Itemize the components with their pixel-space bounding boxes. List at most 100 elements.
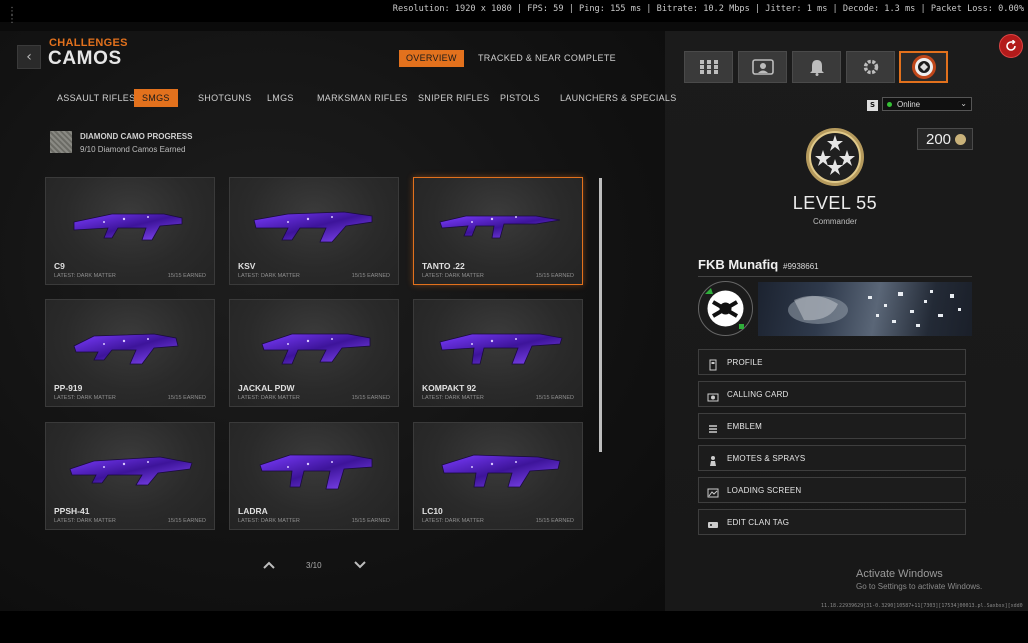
weapon-image <box>73 333 179 365</box>
menu-label: EMBLEM <box>727 422 762 431</box>
category-sniper-rifles[interactable]: SNIPER RIFLES <box>414 89 493 107</box>
profile-emblem-icon <box>911 55 936 79</box>
menu-emblem[interactable]: EMBLEM <box>698 413 966 439</box>
weapon-card[interactable]: PPSH-41 LATEST: DARK MATTER 15/15 EARNED <box>45 422 215 530</box>
weapon-image <box>439 333 563 365</box>
weapon-card[interactable]: KOMPAKT 92 LATEST: DARK MATTER 15/15 EARNE… <box>413 299 583 407</box>
menu-edit-clan-tag[interactable]: EDIT CLAN TAG <box>698 509 966 535</box>
weapon-latest-camo: LATEST: DARK MATTER <box>54 518 116 524</box>
bottom-strip <box>0 611 1028 643</box>
weapon-card[interactable]: C9 LATEST: DARK MATTER 15/15 EARNED <box>45 177 215 285</box>
currency-value: 200 <box>926 131 952 148</box>
weapon-image <box>259 454 373 490</box>
status-value: Online <box>897 100 921 109</box>
category-smgs[interactable]: SMGS <box>134 89 178 107</box>
page-indicator: 3/10 <box>306 561 322 570</box>
menu-label: LOADING SCREEN <box>727 486 802 495</box>
weapon-image <box>73 213 183 241</box>
weapon-earned-count: 15/15 EARNED <box>535 395 574 401</box>
weapon-image <box>261 333 371 365</box>
weapon-latest-camo: LATEST: DARK MATTER <box>422 518 484 524</box>
settings-button[interactable] <box>846 51 895 83</box>
stats-overlay: ⋮ ⋮ Resolution: 1920 x 1080 | FPS: 59 | P… <box>0 0 1028 25</box>
chevron-up-icon[interactable] <box>263 559 275 572</box>
progress-title: DIAMOND CAMO PROGRESS <box>80 132 193 141</box>
weapon-image <box>253 211 373 243</box>
activate-windows-title: Activate Windows <box>856 568 943 580</box>
gear-icon <box>863 59 878 75</box>
menu-label: PROFILE <box>727 358 763 367</box>
rank-emblem-icon <box>806 128 864 186</box>
player-level: LEVEL 55 <box>792 193 878 213</box>
chevron-down-icon[interactable] <box>354 559 366 572</box>
weapon-earned-count: 15/15 EARNED <box>351 395 390 401</box>
category-assault-rifles[interactable]: ASSAULT RIFLES <box>53 89 139 107</box>
weapon-name: TANTO .22 <box>422 261 465 271</box>
weapon-card[interactable]: KSV LATEST: DARK MATTER 15/15 EARNED <box>229 177 399 285</box>
drag-handle-icon[interactable]: ⋮ ⋮ <box>7 7 17 25</box>
weapon-image <box>69 456 193 486</box>
squad-icon <box>751 59 774 75</box>
chevron-down-icon: ⌄ <box>960 99 967 108</box>
activate-windows-subtitle: Go to Settings to activate Windows. <box>856 582 983 591</box>
tab-overview[interactable]: OVERVIEW <box>399 50 464 67</box>
emote-icon <box>707 452 719 466</box>
weapon-earned-count: 15/15 EARNED <box>167 273 206 279</box>
category-lmgs[interactable]: LMGS <box>263 89 298 107</box>
weapon-earned-count: 15/15 EARNED <box>351 273 390 279</box>
weapon-name: LADRA <box>238 506 268 516</box>
weapon-card[interactable]: TANTO .22 LATEST: DARK MATTER 15/15 EARNED <box>413 177 583 285</box>
weapon-latest-camo: LATEST: DARK MATTER <box>422 273 484 279</box>
coin-icon <box>955 134 966 145</box>
weapon-name: C9 <box>54 261 65 271</box>
weapon-name: KOMPAKT 92 <box>422 383 477 393</box>
menu-label: EDIT CLAN TAG <box>727 518 790 527</box>
diamond-camo-thumbnail <box>50 131 72 153</box>
player-name: FKB Munafiq <box>698 257 779 272</box>
weapon-name: PPSH-41 <box>54 506 90 516</box>
status-dropdown[interactable]: Online ⌄ <box>882 97 972 111</box>
category-marksman-rifles[interactable]: MARKSMAN RIFLES <box>313 89 412 107</box>
weapon-earned-count: 15/15 EARNED <box>535 273 574 279</box>
tab-tracked[interactable]: TRACKED & NEAR COMPLETE <box>471 50 623 67</box>
weapon-latest-camo: LATEST: DARK MATTER <box>422 395 484 401</box>
weapon-earned-count: 15/15 EARNED <box>351 518 390 524</box>
alert-badge[interactable] <box>999 34 1023 58</box>
currency-display: 200 <box>917 128 973 150</box>
weapon-name: JACKAL PDW <box>238 383 295 393</box>
calling-card-image[interactable] <box>758 282 972 336</box>
emblem-icon <box>707 420 719 433</box>
build-string: 11.18.22939629[31-0.3290]10587+11[7303][… <box>821 603 1023 609</box>
grid-scrollbar[interactable] <box>599 178 602 452</box>
category-shotguns[interactable]: SHOTGUNS <box>194 89 255 107</box>
back-button[interactable]: ‹ <box>17 45 41 69</box>
weapon-card[interactable]: JACKAL PDW LATEST: DARK MATTER 15/15 EARNE… <box>229 299 399 407</box>
weapon-card[interactable]: LADRA LATEST: DARK MATTER 15/15 EARNED <box>229 422 399 530</box>
notifications-button[interactable] <box>792 51 841 83</box>
menu-label: CALLING CARD <box>727 390 789 399</box>
category-pistols[interactable]: PISTOLS <box>496 89 544 107</box>
weapon-card[interactable]: PP-919 LATEST: DARK MATTER 15/15 EARNED <box>45 299 215 407</box>
weapon-earned-count: 15/15 EARNED <box>535 518 574 524</box>
weapon-card[interactable]: LC10 LATEST: DARK MATTER 15/15 EARNED <box>413 422 583 530</box>
profile-button[interactable] <box>899 51 948 83</box>
weapon-image <box>439 215 561 239</box>
menu-label: EMOTES & SPRAYS <box>727 454 806 463</box>
bell-icon <box>809 60 824 76</box>
menu-calling-card[interactable]: CALLING CARD <box>698 381 966 407</box>
rank-title: Commander <box>812 217 857 226</box>
stats-text: Resolution: 1920 x 1080 | FPS: 59 | Ping… <box>392 4 1024 14</box>
weapon-name: LC10 <box>422 506 443 516</box>
weapon-earned-count: 15/15 EARNED <box>167 395 206 401</box>
grid-icon <box>699 60 718 74</box>
weapon-name: KSV <box>238 261 256 271</box>
squad-button[interactable] <box>738 51 787 83</box>
grid-menu-button[interactable] <box>684 51 733 83</box>
divider <box>698 276 972 277</box>
player-emblem[interactable] <box>698 281 753 336</box>
menu-profile[interactable]: PROFILE <box>698 349 966 375</box>
menu-emotes-sprays[interactable]: EMOTES & SPRAYS <box>698 445 966 471</box>
category-launchers-specials[interactable]: LAUNCHERS & SPECIALS <box>556 89 681 107</box>
status-hotkey: S <box>867 100 878 111</box>
menu-loading-screen[interactable]: LOADING SCREEN <box>698 477 966 503</box>
